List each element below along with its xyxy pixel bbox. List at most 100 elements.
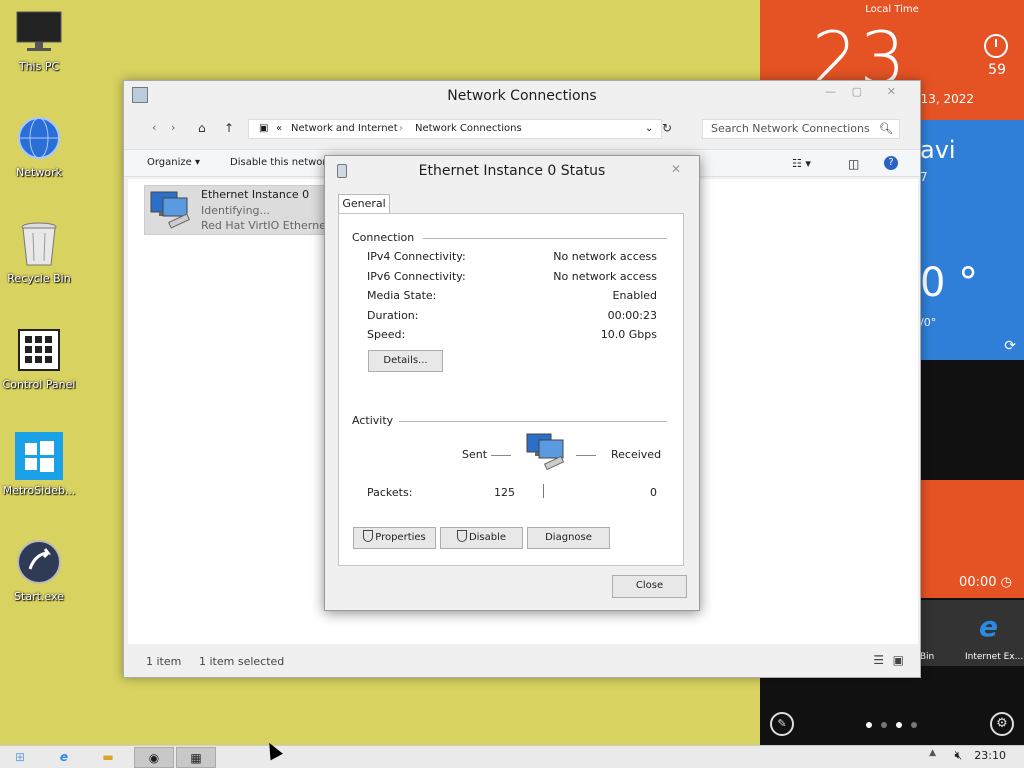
close-button[interactable]: Close <box>612 575 687 598</box>
desktop-icon-recycle-bin[interactable]: Recycle Bin <box>2 220 76 285</box>
desktop-icon-label: This PC <box>18 60 60 73</box>
weather-location: avi <box>920 136 956 164</box>
maximize-icon[interactable]: ▢ <box>852 85 862 98</box>
desktop-icon-label: MetroSideb... <box>2 484 76 497</box>
pencil-icon[interactable]: ✎ <box>770 712 794 736</box>
ethernet-status-dialog: Ethernet Instance 0 Status ✕ General Con… <box>324 155 700 611</box>
properties-button[interactable]: Properties <box>353 527 436 549</box>
tab-general[interactable]: General <box>338 194 390 214</box>
taskbar-internet-explorer[interactable]: e <box>44 747 84 768</box>
general-panel: Connection IPv4 Connectivity: No network… <box>338 213 684 566</box>
network-activity-icon <box>526 433 565 471</box>
dialog-title: Ethernet Instance 0 Status <box>418 163 606 179</box>
shield-icon <box>456 530 467 542</box>
desktop-icon-label: Recycle Bin <box>7 272 71 285</box>
forward-icon[interactable]: › <box>171 121 175 134</box>
diagnose-button[interactable]: Diagnose <box>527 527 610 549</box>
refresh-icon[interactable]: ↻ <box>662 121 672 135</box>
taskbar-file-explorer[interactable]: ▬ <box>88 747 128 768</box>
shield-icon <box>363 530 374 542</box>
minimize-icon[interactable]: — <box>825 85 836 98</box>
details-view-icon[interactable]: ☰ <box>873 653 884 667</box>
taskbar-start-exe[interactable]: ◉ <box>134 747 174 768</box>
taskbar-control-panel[interactable]: ▦ <box>176 747 216 768</box>
window-title: Network Connections <box>447 88 597 104</box>
monitor-icon <box>15 8 63 56</box>
speed-value: 10.0 Gbps <box>600 328 657 341</box>
connection-status: Identifying... <box>201 204 271 217</box>
gear-icon[interactable]: ⚙ <box>990 712 1014 736</box>
search-input[interactable]: Search Network Connections 🔍︎ <box>702 119 900 139</box>
address-folder-icon: ▣ <box>259 123 269 134</box>
clock-seconds: 59 <box>988 62 1006 78</box>
taskbar-clock[interactable]: 23:10 <box>974 749 1006 762</box>
desktop-icon-start-exe[interactable]: Start.exe <box>2 538 76 603</box>
breadcrumb-separator-icon: › <box>399 123 403 134</box>
sent-label: Sent <box>462 448 488 461</box>
activity-heading: Activity <box>352 414 394 427</box>
desktop-icon-this-pc[interactable]: This PC <box>2 8 76 73</box>
desktop-icon-label: Start.exe <box>14 590 64 603</box>
section-divider <box>423 238 667 239</box>
duration-label: Duration: <box>367 309 419 322</box>
folder-icon: ▬ <box>102 750 114 764</box>
search-icon[interactable]: 🔍︎ <box>879 120 893 138</box>
control-panel-icon: ▦ <box>190 751 202 765</box>
back-icon[interactable]: ‹ <box>152 121 156 134</box>
start-orb-icon <box>15 538 63 586</box>
start-orb-icon: ◉ <box>148 751 160 765</box>
close-icon[interactable]: ✕ <box>887 85 896 98</box>
home-icon[interactable]: ⌂ <box>198 121 206 135</box>
up-arrow-icon[interactable]: ↑ <box>224 121 234 135</box>
preview-pane-icon[interactable]: ◫ <box>848 157 859 171</box>
media-state-value: Enabled <box>612 289 657 302</box>
close-icon[interactable]: ✕ <box>671 162 681 176</box>
weather-degrees: 0 ° <box>920 260 979 306</box>
list-item-ethernet[interactable]: Ethernet Instance 0 Identifying... Red H… <box>144 185 377 235</box>
duration-value: 00:00:23 <box>607 309 657 322</box>
ipv6-value: No network access <box>553 270 657 283</box>
clock-date: 13, 2022 <box>920 92 974 106</box>
navigation-bar: ‹ › ⌂ ↑ ▣ « Network and Internet › Netwo… <box>124 113 920 145</box>
sent-dash <box>491 455 511 456</box>
weather-range: /0° <box>920 316 937 329</box>
globe-icon <box>15 114 63 162</box>
show-hidden-icons[interactable]: ▲ <box>929 748 936 758</box>
ipv6-label: IPv6 Connectivity: <box>367 270 466 283</box>
chevron-down-icon[interactable]: ⌄ <box>645 120 653 138</box>
change-view-icon[interactable]: ☷ ▾ <box>792 157 811 170</box>
breadcrumb-network-and-internet[interactable]: Network and Internet <box>291 120 398 138</box>
internet-explorer-tile[interactable]: e Internet Ex... <box>962 600 1024 666</box>
internet-explorer-icon: e <box>979 610 998 643</box>
large-icons-view-icon[interactable]: ▣ <box>893 653 904 667</box>
help-icon[interactable]: ? <box>884 156 898 170</box>
received-label: Received <box>611 448 662 461</box>
disable-device-button[interactable]: Disable this network device <box>230 157 324 168</box>
selected-count: 1 item selected <box>199 655 285 668</box>
taskbar: ⊞ e ▬ ◉ ▦ ▲ 🔇︎ 23:10 <box>0 745 1024 768</box>
search-placeholder: Search Network Connections <box>711 122 870 135</box>
timer-value: 00:00 ◷ <box>959 575 1012 590</box>
connection-name: Ethernet Instance 0 <box>201 188 310 201</box>
desktop-icon-control-panel[interactable]: Control Panel <box>2 326 76 391</box>
desktop-icon-metro-sidebar[interactable]: MetroSideb... <box>2 432 76 497</box>
connection-heading: Connection <box>352 231 415 244</box>
weather-sub: 7 <box>920 170 928 184</box>
start-button[interactable]: ⊞ <box>0 747 40 768</box>
packets-divider <box>543 484 544 498</box>
details-button[interactable]: Details... <box>368 350 443 372</box>
desktop-icon-network[interactable]: Network <box>2 114 76 179</box>
windows-logo-icon <box>15 432 63 480</box>
speaker-muted-icon[interactable]: 🔇︎ <box>954 748 962 763</box>
disable-button[interactable]: Disable <box>440 527 523 549</box>
item-count: 1 item <box>146 655 182 668</box>
refresh-icon[interactable]: ⟳ <box>1004 338 1016 354</box>
breadcrumb-overflow[interactable]: « <box>276 120 282 138</box>
breadcrumb-network-connections[interactable]: Network Connections <box>415 120 522 138</box>
section-divider <box>399 421 667 422</box>
organize-button[interactable]: Organize ▾ <box>147 157 200 168</box>
packets-label: Packets: <box>367 486 413 499</box>
network-adapter-icon <box>150 191 190 229</box>
desktop-icon-label: Control Panel <box>2 378 76 391</box>
address-bar[interactable]: ▣ « Network and Internet › Network Conne… <box>248 119 662 139</box>
